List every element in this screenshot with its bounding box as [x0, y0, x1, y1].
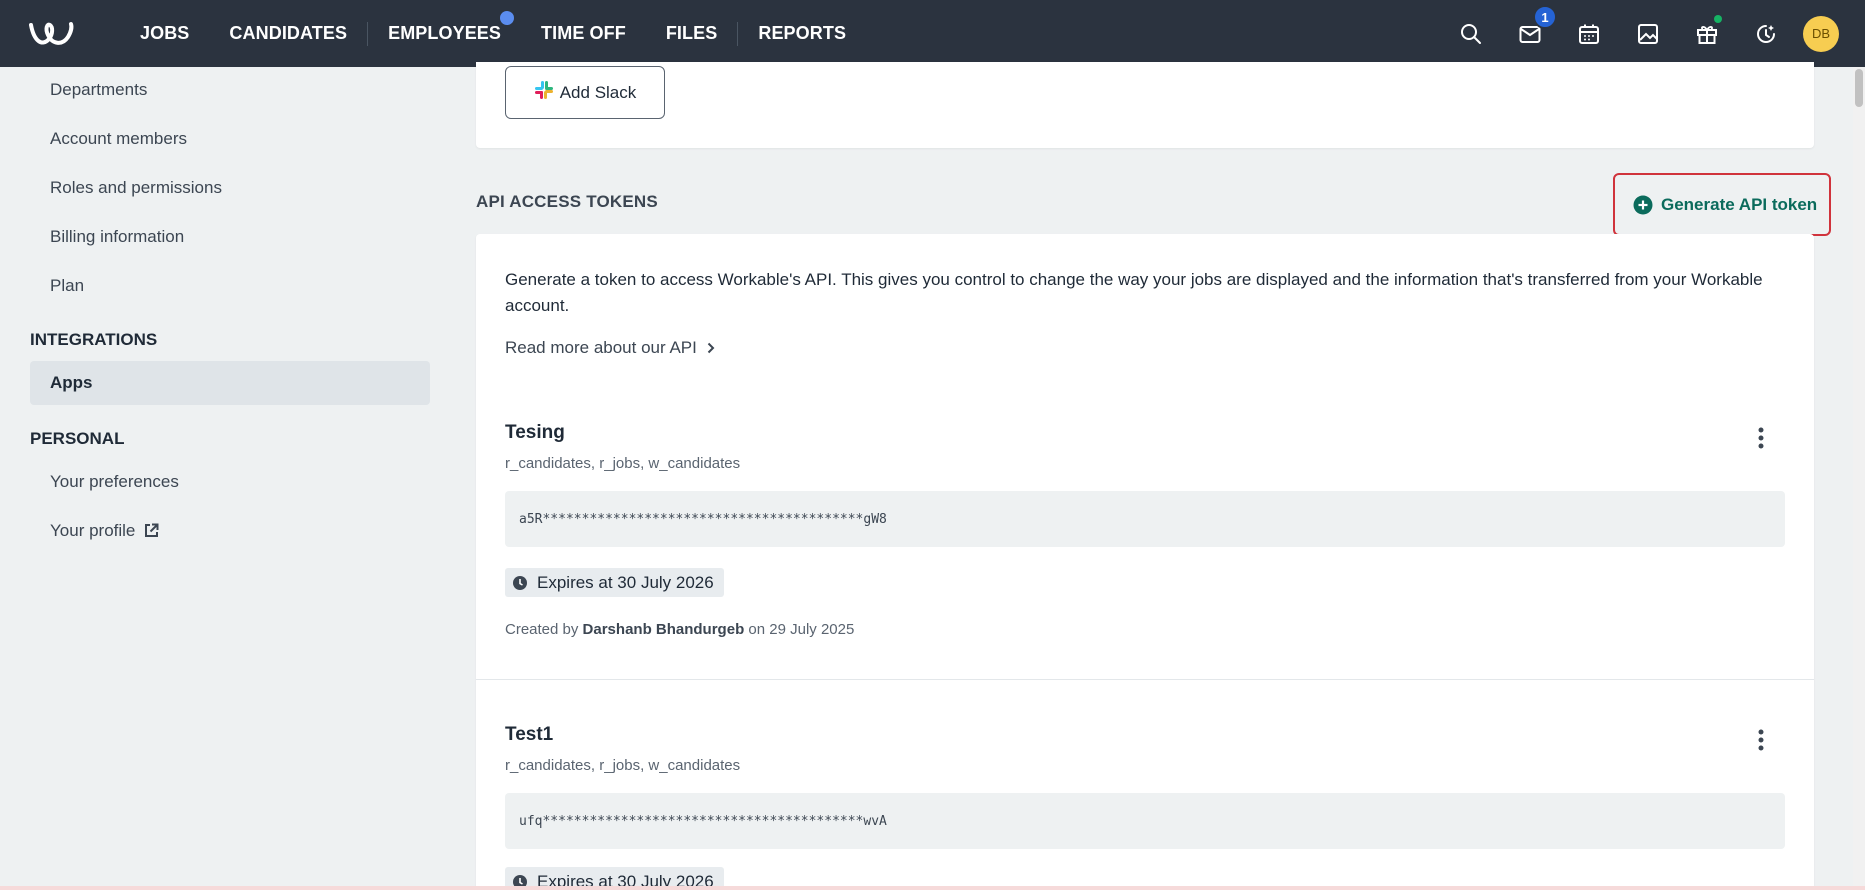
token-scopes: r_candidates, r_jobs, w_candidates	[505, 757, 741, 774]
api-tokens-section-title: API ACCESS TOKENS	[476, 192, 658, 211]
sidebar-heading-personal: PERSONAL	[30, 429, 125, 448]
sidebar-item-profile-label: Your profile	[50, 521, 136, 540]
page-scrollbar[interactable]	[1853, 67, 1865, 890]
token-scopes: r_candidates, r_jobs, w_candidates	[505, 455, 741, 472]
token-value: ufq*************************************…	[505, 793, 1785, 849]
slack-integration-card: Add Slack	[476, 62, 1814, 148]
slack-icon	[534, 80, 560, 105]
nav-candidates[interactable]: CANDIDATES	[209, 23, 367, 44]
inbox-badge: 1	[1533, 5, 1557, 29]
api-tokens-card: Generate a token to access Workable's AP…	[476, 234, 1814, 890]
whats-new-icon[interactable]	[1736, 0, 1795, 67]
sidebar-item-apps[interactable]: Apps	[30, 361, 430, 405]
top-right-icons: 1 DB	[1441, 0, 1839, 67]
sidebar-heading-integrations: INTEGRATIONS	[30, 330, 158, 349]
nav-employees-label: EMPLOYEES	[388, 23, 502, 43]
created-by-name: Darshanb Bhandurgeb	[582, 621, 745, 638]
gift-icon[interactable]	[1677, 0, 1736, 67]
token-name: Tesing	[505, 422, 565, 443]
settings-sidebar: Departments Account members Roles and pe…	[0, 67, 440, 890]
token-divider	[476, 679, 1814, 680]
nav-time-off[interactable]: TIME OFF	[521, 23, 646, 44]
chevron-right-icon	[707, 342, 715, 354]
employees-notification-dot	[500, 11, 515, 25]
token-expiry-text: Expires at 30 July 2026	[537, 572, 714, 592]
inbox-icon[interactable]: 1	[1500, 0, 1559, 67]
gift-notification-dot	[1714, 15, 1722, 23]
calendar-icon[interactable]	[1559, 0, 1618, 67]
token-created-info: Created by Darshanb Bhandurgeb on 29 Jul…	[505, 621, 854, 638]
nav-reports[interactable]: REPORTS	[738, 23, 866, 44]
clock-icon	[513, 575, 527, 590]
created-date: on 29 July 2025	[748, 621, 855, 638]
plus-circle-icon	[1633, 195, 1653, 214]
token-value: a5R*************************************…	[505, 491, 1785, 547]
sidebar-item-account-members[interactable]: Account members	[50, 129, 187, 149]
search-icon[interactable]	[1441, 0, 1500, 67]
add-slack-button[interactable]: Add Slack	[505, 66, 665, 119]
api-description: Generate a token to access Workable's AP…	[505, 270, 1763, 315]
token-more-options-icon[interactable]	[1747, 722, 1775, 758]
sidebar-item-billing[interactable]: Billing information	[50, 227, 184, 247]
sidebar-item-roles-permissions[interactable]: Roles and permissions	[50, 178, 222, 198]
token-more-options-icon[interactable]	[1747, 420, 1775, 456]
read-more-api-link[interactable]: Read more about our API	[505, 338, 715, 358]
sidebar-item-plan[interactable]: Plan	[50, 276, 84, 296]
scrollbar-thumb[interactable]	[1855, 69, 1863, 107]
token-expiry-badge: Expires at 30 July 2026	[505, 568, 724, 597]
image-icon[interactable]	[1618, 0, 1677, 67]
created-prefix: Created by	[505, 621, 579, 638]
generate-api-token-label: Generate API token	[1661, 194, 1818, 214]
add-slack-label: Add Slack	[559, 82, 637, 102]
nav-employees[interactable]: EMPLOYEES	[368, 11, 521, 44]
main-nav: JOBS CANDIDATES EMPLOYEES TIME OFF FILES…	[120, 0, 866, 67]
sidebar-item-preferences[interactable]: Your preferences	[50, 472, 179, 492]
read-more-api-label: Read more about our API	[505, 338, 697, 357]
generate-api-token-button[interactable]: Generate API token	[1613, 173, 1831, 236]
nav-files[interactable]: FILES	[646, 23, 738, 44]
bottom-edge	[0, 886, 1865, 890]
sidebar-item-profile[interactable]: Your profile	[50, 521, 159, 543]
user-avatar[interactable]: DB	[1803, 15, 1839, 52]
nav-jobs[interactable]: JOBS	[120, 23, 209, 44]
sidebar-item-departments[interactable]: Departments	[50, 80, 147, 100]
token-name: Test1	[505, 724, 554, 745]
workable-logo[interactable]	[28, 17, 86, 51]
external-link-icon	[144, 523, 159, 543]
top-navigation-bar: JOBS CANDIDATES EMPLOYEES TIME OFF FILES…	[0, 0, 1865, 67]
